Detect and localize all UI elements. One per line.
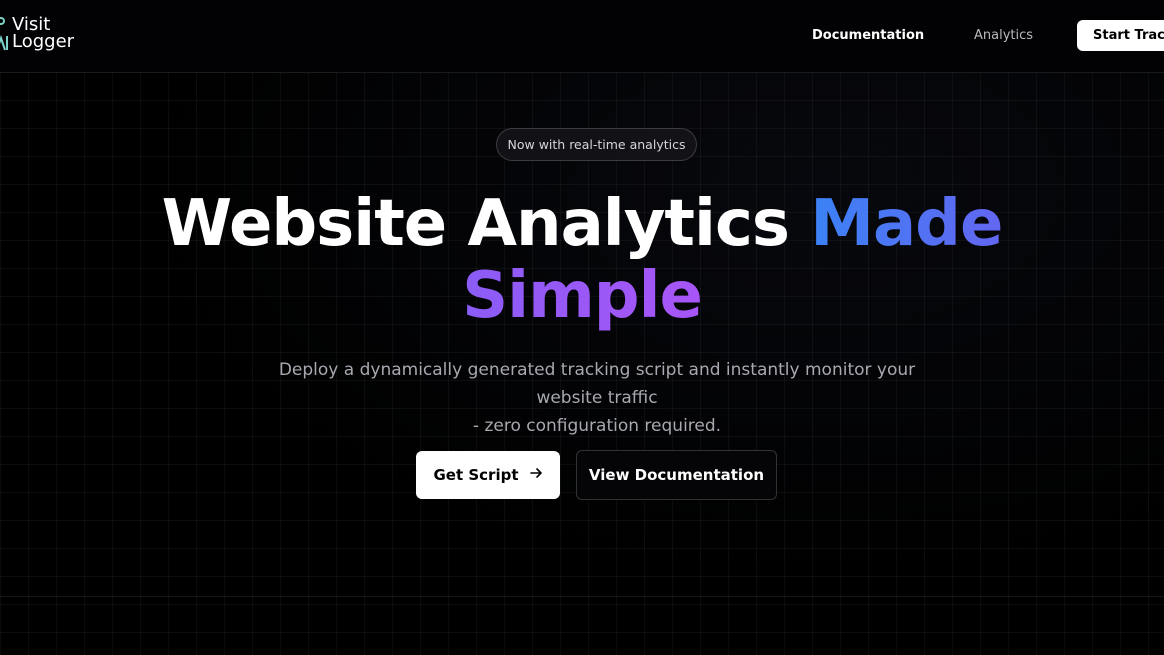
hero-subtitle-line1: Deploy a dynamically generated tracking … [278,360,916,408]
hero-subtitle-line2: - zero configuration required. [472,416,722,436]
nav-analytics-link[interactable]: Analytics [974,27,1033,45]
view-documentation-button[interactable]: View Documentation [576,450,777,500]
get-script-label: Get Script [433,466,519,484]
hero-title-highlight-simple: Simple [462,259,703,333]
nav-documentation-link[interactable]: Documentation [812,27,924,45]
hero-title-plain: Website Analytics [161,187,790,261]
top-navbar: Visit Logger Documentation Analytics Sta… [0,0,1164,73]
start-tracking-button[interactable]: Start Tracking [1077,20,1164,51]
brand-name: Visit Logger [12,16,75,52]
section-divider [0,596,1164,597]
arrow-right-icon [529,466,543,484]
hero-title: Website Analytics Made Simple [0,188,1164,332]
person-tracker-icon [0,16,10,56]
get-script-button[interactable]: Get Script [416,451,560,499]
brand-logo[interactable]: Visit Logger [0,16,74,56]
hero-title-highlight-made: Made [810,187,1003,261]
hero-subtitle: Deploy a dynamically generated tracking … [262,356,932,440]
announcement-badge[interactable]: Now with real-time analytics [496,128,697,161]
brand-name-line2: Logger [12,31,75,52]
